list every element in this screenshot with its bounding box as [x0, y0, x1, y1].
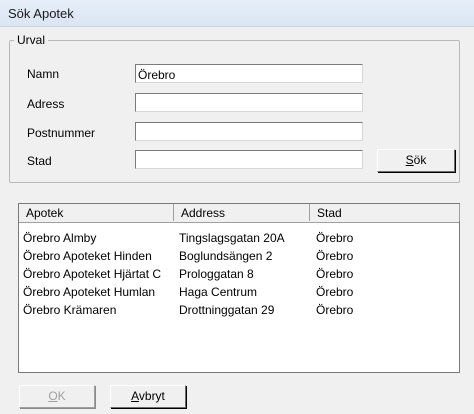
postnummer-label: Postnummer — [27, 126, 96, 140]
row-stad: Örebro — [316, 249, 354, 263]
cancel-button[interactable]: Avbryt — [110, 385, 186, 408]
row-address: Boglundsängen 2 — [179, 249, 273, 263]
search-button-accel: S — [405, 153, 414, 167]
row-stad: Örebro — [316, 285, 354, 299]
city-field[interactable] — [135, 150, 363, 169]
cancel-button-label: vbryt — [138, 389, 165, 403]
table-row[interactable]: Örebro Apoteket Hinden Boglundsängen 2 Ö… — [19, 247, 459, 265]
row-address: Drottninggatan 29 — [179, 303, 275, 317]
row-apotek: Örebro Almby — [23, 231, 97, 245]
row-address: Tingslagsgatan 20A — [179, 231, 285, 245]
row-apotek: Örebro Apoteket Humlan — [23, 285, 156, 299]
row-apotek: Örebro Krämaren — [23, 303, 117, 317]
urval-legend: Urval — [17, 33, 46, 47]
row-stad: Örebro — [316, 231, 354, 245]
name-label: Namn — [27, 67, 60, 81]
row-apotek: Örebro Apoteket Hinden — [23, 249, 152, 263]
address-field[interactable] — [135, 93, 363, 112]
search-button-label: ök — [413, 153, 427, 167]
results-list[interactable]: Apotek Address Stad Örebro Almby Tingsla… — [18, 203, 460, 373]
table-row[interactable]: Örebro Apoteket Humlan Haga Centrum Öreb… — [19, 283, 459, 301]
ok-button-label: K — [57, 389, 66, 403]
table-row[interactable]: Örebro Krämaren Drottninggatan 29 Örebro — [19, 301, 459, 319]
row-address: Haga Centrum — [179, 285, 258, 299]
cancel-button-accel: A — [131, 389, 139, 403]
row-address: Prologgatan 8 — [179, 267, 254, 281]
title-bar: Sök Apotek — [0, 0, 474, 27]
row-stad: Örebro — [316, 303, 354, 317]
column-header-address[interactable]: Address — [174, 204, 310, 221]
postnummer-field[interactable] — [135, 122, 363, 141]
results-header: Apotek Address Stad — [19, 204, 460, 223]
column-header-stad[interactable]: Stad — [310, 204, 460, 221]
name-field[interactable] — [135, 64, 363, 83]
window-title: Sök Apotek — [8, 6, 74, 21]
row-stad: Örebro — [316, 267, 354, 281]
table-row[interactable]: Örebro Almby Tingslagsgatan 20A Örebro — [19, 229, 459, 247]
table-row[interactable]: Örebro Apoteket Hjärtat C Prologgatan 8 … — [19, 265, 459, 283]
city-label: Stad — [27, 154, 52, 168]
address-label: Adress — [27, 97, 65, 111]
column-header-apotek[interactable]: Apotek — [19, 204, 174, 221]
search-button[interactable]: Sök — [377, 149, 455, 172]
ok-button[interactable]: OK — [19, 385, 95, 408]
ok-button-accel: O — [48, 389, 58, 403]
row-apotek: Örebro Apoteket Hjärtat C — [23, 267, 162, 281]
